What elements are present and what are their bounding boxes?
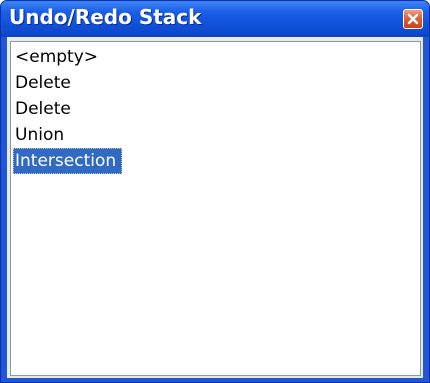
list-item-0[interactable]: <empty> [13, 44, 104, 70]
title-bar[interactable]: Undo/Redo Stack [1, 1, 429, 37]
window-title: Undo/Redo Stack [9, 5, 202, 29]
list-item-1[interactable]: Delete [13, 70, 77, 96]
list-item-2[interactable]: Delete [13, 96, 77, 122]
list-item-3[interactable]: Union [13, 122, 70, 148]
window-client-area: <empty> Delete Delete Union Intersection [7, 37, 423, 378]
close-icon [407, 13, 419, 25]
list-item-4[interactable]: Intersection [13, 148, 123, 174]
close-button[interactable] [403, 9, 423, 29]
undo-stack-list: <empty> Delete Delete Union Intersection [11, 42, 420, 174]
undo-redo-window: Undo/Redo Stack <empty> Delete Delete Un… [0, 0, 430, 383]
undo-stack-listbox[interactable]: <empty> Delete Delete Union Intersection [10, 41, 421, 376]
